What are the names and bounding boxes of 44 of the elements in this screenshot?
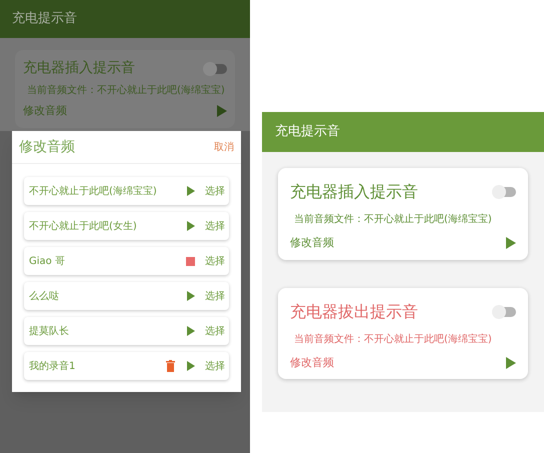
play-icon[interactable] bbox=[217, 105, 227, 118]
toggle-switch[interactable] bbox=[494, 187, 516, 197]
play-icon[interactable] bbox=[187, 291, 195, 301]
select-button[interactable]: 选择 bbox=[205, 218, 225, 234]
play-icon[interactable] bbox=[187, 186, 195, 196]
change-audio-button[interactable]: 修改音频 bbox=[23, 103, 67, 120]
audio-file-text: 当前音频文件：不开心就止于此吧(海绵宝宝) bbox=[27, 84, 226, 98]
toggle-switch[interactable] bbox=[494, 306, 516, 316]
app-title: 充电提示音 bbox=[275, 123, 340, 142]
card-title: 充电器拔出提示音 bbox=[290, 300, 418, 322]
play-icon[interactable] bbox=[187, 361, 195, 371]
audio-list-item[interactable]: 提莫队长 选择 bbox=[24, 317, 229, 345]
stop-icon[interactable] bbox=[186, 256, 195, 266]
toggle-switch[interactable] bbox=[205, 64, 227, 74]
play-icon[interactable] bbox=[187, 326, 195, 336]
audio-list-item[interactable]: 不开心就止于此吧(女生) 选择 bbox=[24, 212, 229, 240]
audio-name: 么么哒 bbox=[29, 290, 60, 304]
audio-file-text: 当前音频文件：不开心就止于此吧(海绵宝宝) bbox=[294, 332, 493, 346]
change-audio-button[interactable]: 修改音频 bbox=[290, 235, 334, 252]
play-icon[interactable] bbox=[187, 221, 195, 231]
trash-icon[interactable] bbox=[166, 360, 175, 372]
audio-list-item[interactable]: 么么哒 选择 bbox=[24, 282, 229, 310]
select-button[interactable]: 选择 bbox=[205, 288, 225, 304]
audio-name: Giao 哥 bbox=[29, 254, 66, 268]
audio-list-item[interactable]: 不开心就止于此吧(海绵宝宝) 选择 bbox=[24, 177, 229, 205]
audio-list-item[interactable]: 我的录音1 选择 bbox=[24, 352, 229, 380]
audio-name: 提莫队长 bbox=[29, 324, 70, 338]
audio-name: 不开心就止于此吧(女生) bbox=[29, 220, 138, 234]
change-audio-button[interactable]: 修改音频 bbox=[290, 354, 334, 371]
audio-list-item[interactable]: Giao 哥 选择 bbox=[24, 247, 229, 275]
card-title: 充电器插入提示音 bbox=[290, 181, 418, 203]
audio-name: 不开心就止于此吧(海绵宝宝) bbox=[29, 184, 158, 198]
app-title: 充电提示音 bbox=[12, 10, 77, 28]
play-icon[interactable] bbox=[506, 237, 516, 250]
play-icon[interactable] bbox=[506, 356, 516, 369]
audio-name: 我的录音1 bbox=[29, 360, 76, 374]
select-button[interactable]: 选择 bbox=[205, 184, 225, 198]
select-button[interactable]: 选择 bbox=[205, 324, 225, 338]
card-title: 充电器插入提示音 bbox=[23, 59, 135, 78]
audio-file-text: 当前音频文件：不开心就止于此吧(海绵宝宝) bbox=[294, 212, 493, 227]
select-button[interactable]: 选择 bbox=[205, 358, 225, 374]
cancel-button[interactable]: 取消 bbox=[214, 140, 234, 154]
select-button[interactable]: 选择 bbox=[205, 254, 225, 268]
dialog-title: 修改音频 bbox=[19, 138, 75, 156]
